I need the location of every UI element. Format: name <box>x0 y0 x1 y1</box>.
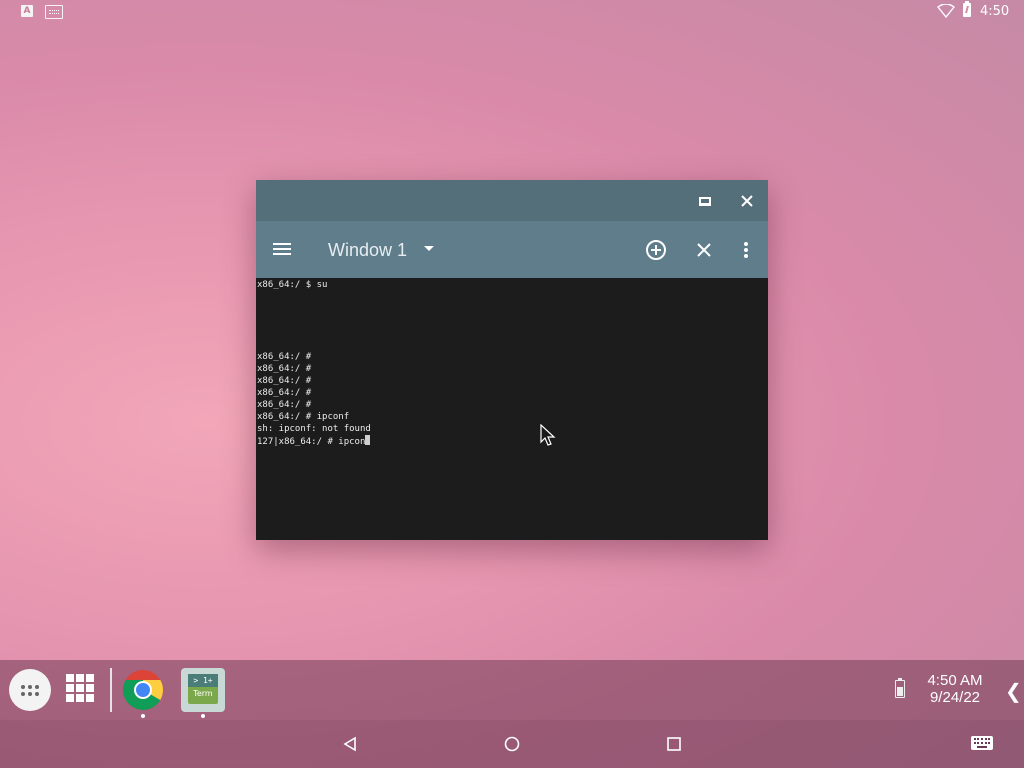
battery-charging-icon <box>963 1 971 17</box>
wifi-icon <box>937 4 955 18</box>
running-indicator <box>201 714 205 718</box>
window-selector-title[interactable]: Window 1 <box>328 240 407 261</box>
battery-icon <box>895 678 905 698</box>
hamburger-menu-icon[interactable] <box>273 240 293 260</box>
terminal-line-text: 127|x86_64:/ # ipcon <box>257 437 366 447</box>
terminal-line: x86_64:/ # <box>257 376 312 386</box>
terminal-line: x86_64:/ # ipconf <box>257 412 350 422</box>
keyboard-icon[interactable] <box>971 736 993 750</box>
terminal-line: x86_64:/ # <box>257 400 312 410</box>
terminal-line: sh: ipconf: not found <box>257 424 371 434</box>
a-notification-icon: A <box>21 5 33 17</box>
dropdown-arrow-icon[interactable] <box>424 246 434 251</box>
app-drawer-icon[interactable] <box>9 669 51 711</box>
taskbar: > 1+ Term 4:50 AM 9/24/22 ❮ <box>0 660 1024 720</box>
running-indicator <box>141 714 145 718</box>
chevron-left-icon[interactable]: ❮ <box>1005 679 1022 703</box>
terminal-line: x86_64:/ $ su <box>257 280 328 290</box>
recents-icon[interactable] <box>664 734 684 754</box>
terminal-line: x86_64:/ # <box>257 388 312 398</box>
close-window-icon[interactable] <box>691 237 717 263</box>
back-icon[interactable] <box>340 734 360 754</box>
terminal-line: x86_64:/ # <box>257 352 312 362</box>
status-bar: A 4:50 <box>0 0 1024 24</box>
taskbar-divider <box>110 668 112 712</box>
clock-time: 4:50 AM <box>927 672 983 689</box>
add-window-icon[interactable] <box>643 237 669 263</box>
status-clock: 4:50 <box>980 4 1010 19</box>
clock-date: 9/24/22 <box>929 689 981 706</box>
navigation-bar <box>0 720 1024 768</box>
keyboard-notification-icon <box>45 5 63 19</box>
terminal-prompt-line[interactable]: 127|x86_64:/ # ipcon <box>257 435 768 447</box>
text-cursor <box>365 435 371 445</box>
taskbar-clock[interactable]: 4:50 AM 9/24/22 <box>910 672 1000 706</box>
terminal-icon[interactable]: > 1+ Term <box>181 668 225 712</box>
close-icon[interactable] <box>735 189 759 213</box>
home-icon[interactable] <box>502 734 522 754</box>
terminal-icon-label: > 1+ <box>188 674 218 687</box>
terminal-window: Window 1 x86_64:/ $ su x86_64:/ # x86_64… <box>256 180 768 540</box>
mouse-pointer-icon <box>540 424 556 446</box>
chrome-icon[interactable] <box>121 668 165 712</box>
maximize-icon[interactable] <box>693 189 717 213</box>
window-caption-bar[interactable] <box>256 180 768 221</box>
terminal-icon-label: Term <box>193 689 213 698</box>
terminal-line: x86_64:/ # <box>257 364 312 374</box>
app-grid-icon[interactable] <box>66 674 94 704</box>
terminal-output[interactable]: x86_64:/ $ su x86_64:/ # x86_64:/ # x86_… <box>256 278 768 540</box>
app-toolbar: Window 1 <box>256 221 768 278</box>
more-options-icon[interactable] <box>733 237 759 263</box>
